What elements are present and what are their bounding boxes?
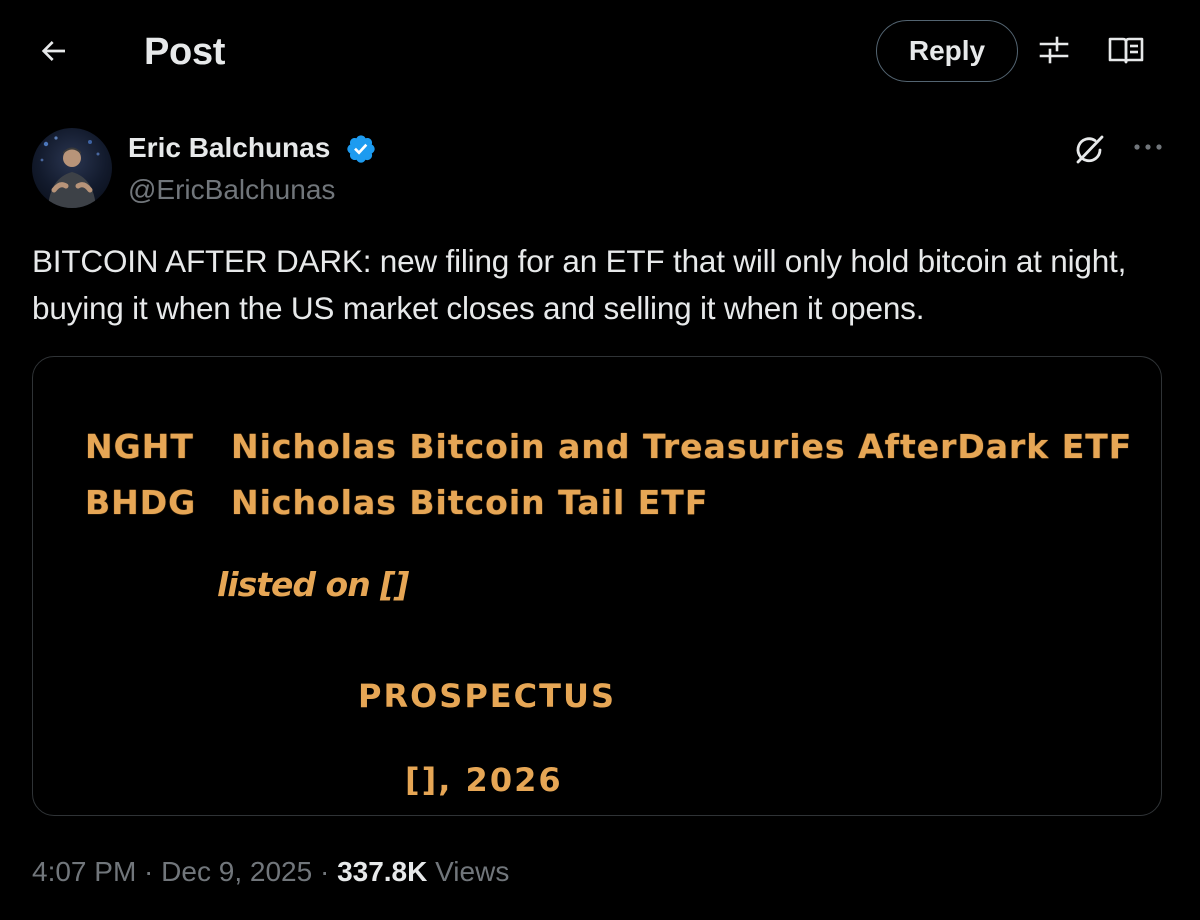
avatar-image — [40, 136, 100, 208]
filter-button[interactable] — [1032, 30, 1076, 74]
top-bar: Post Reply — [0, 0, 1200, 104]
media-listed-on: listed on [] — [217, 565, 409, 604]
more-options-button[interactable] — [1126, 130, 1170, 166]
author-name[interactable]: Eric Balchunas — [128, 130, 330, 166]
media-prospectus-heading: PROSPECTUS — [358, 677, 616, 715]
media-fund-name: Nicholas Bitcoin and Treasuries AfterDar… — [231, 427, 1133, 466]
avatar[interactable] — [32, 128, 112, 208]
arrow-left-icon — [37, 35, 69, 72]
views-label: Views — [435, 856, 510, 887]
more-horizontal-icon — [1132, 139, 1164, 157]
meta-separator: · — [312, 856, 338, 887]
post-date[interactable]: Dec 9, 2025 — [161, 856, 312, 887]
grok-icon — [1071, 131, 1109, 174]
media-ticker: NGHT — [85, 427, 194, 466]
book-open-icon — [1107, 33, 1145, 72]
post-meta: 4:07 PM · Dec 9, 2025 · 337.8K Views — [32, 852, 509, 892]
media-fund-name: Nicholas Bitcoin Tail ETF — [231, 483, 709, 522]
post-time[interactable]: 4:07 PM — [32, 856, 136, 887]
views-count: 337.8K — [337, 856, 428, 887]
verified-badge-icon[interactable] — [345, 133, 377, 165]
tweet-text: BITCOIN AFTER DARK: new filing for an ET… — [32, 243, 1135, 326]
grok-button[interactable] — [1068, 130, 1112, 174]
media-ticker: BHDG — [85, 483, 197, 522]
meta-separator: · — [136, 856, 162, 887]
page-title: Post — [144, 31, 226, 73]
media-image[interactable]: NGHT Nicholas Bitcoin and Treasuries Aft… — [32, 356, 1162, 816]
back-button[interactable] — [30, 30, 76, 76]
reply-button[interactable]: Reply — [876, 20, 1018, 82]
sliders-icon — [1037, 33, 1071, 72]
reader-button[interactable] — [1104, 30, 1148, 74]
author-handle[interactable]: @EricBalchunas — [128, 172, 335, 208]
media-date: [], 2026 — [405, 761, 563, 799]
